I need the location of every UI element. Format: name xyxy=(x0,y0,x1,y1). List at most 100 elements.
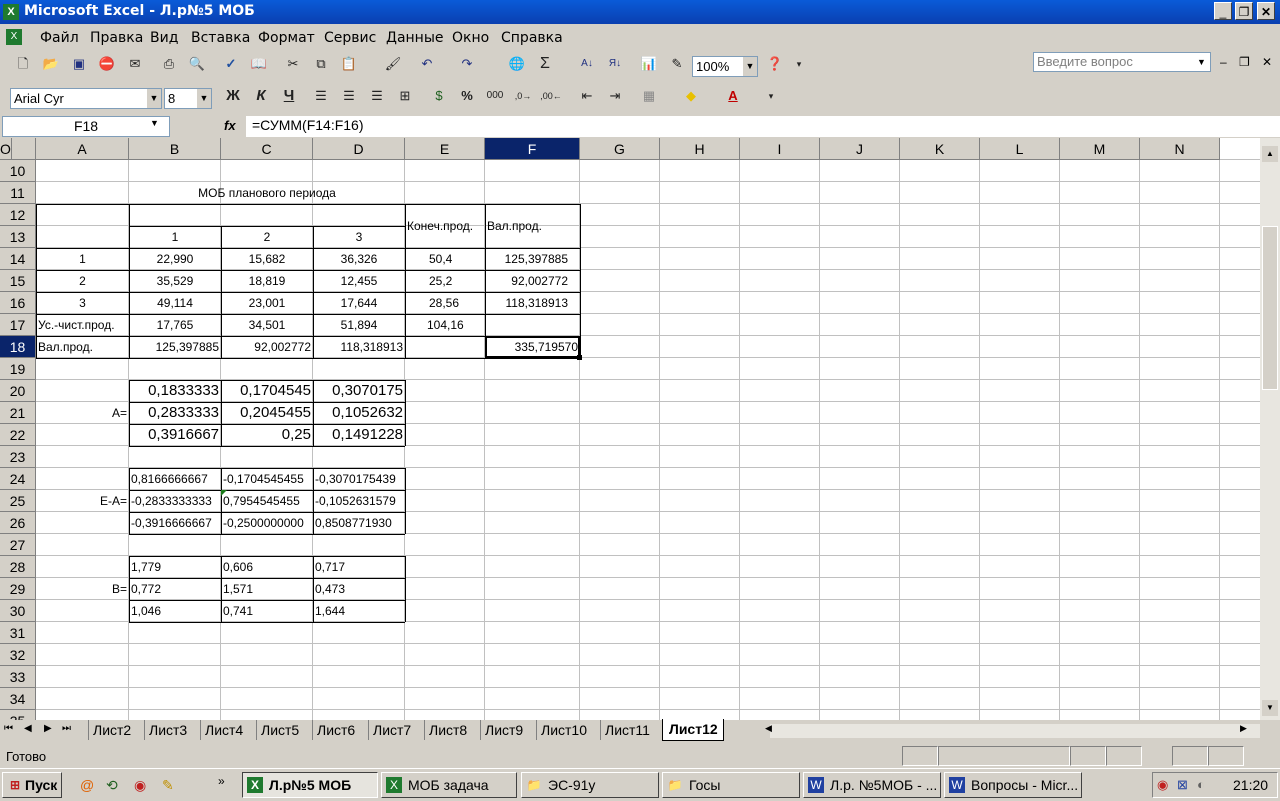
cell[interactable]: 3 xyxy=(38,292,127,314)
menu-edit[interactable]: Правка xyxy=(90,30,143,46)
sheet-tab[interactable]: Лист2 xyxy=(88,720,140,740)
row-header[interactable]: 35 xyxy=(0,710,36,720)
row-header[interactable]: 17 xyxy=(0,314,36,336)
task-word-voprosy[interactable]: W Вопросы - Micr... xyxy=(944,772,1082,798)
font-size-dropdown-icon[interactable]: ▼ xyxy=(197,89,211,108)
row-header[interactable]: 18 xyxy=(0,336,36,358)
sheet-tab[interactable]: Лист5 xyxy=(256,720,308,740)
scroll-down-icon[interactable]: ▼ xyxy=(1262,700,1278,716)
cell[interactable]: 36,326 xyxy=(315,248,403,270)
autosum-icon[interactable]: Σ xyxy=(534,53,556,75)
column-header[interactable]: G xyxy=(580,138,660,160)
cell[interactable]: 12,455 xyxy=(315,270,403,292)
column-header[interactable]: B xyxy=(129,138,221,160)
row-header[interactable]: 11 xyxy=(0,182,36,204)
help-dropdown-icon[interactable]: ▼ xyxy=(1197,53,1209,71)
next-sheet-icon[interactable]: ▶ xyxy=(44,723,52,734)
task-excel-lr5[interactable]: X Л.р№5 МОБ xyxy=(242,772,378,798)
format-painter-icon[interactable]: 🖌 xyxy=(382,53,404,75)
row-header[interactable]: 10 xyxy=(0,160,36,182)
cell[interactable]: 0,1833333 xyxy=(131,380,219,402)
first-sheet-icon[interactable]: ⏮ xyxy=(4,723,13,734)
font-color-icon[interactable]: A xyxy=(722,85,744,107)
task-word-lr5[interactable]: W Л.р. №5МОБ - ... xyxy=(803,772,941,798)
column-header[interactable]: F xyxy=(485,138,580,160)
cell[interactable]: -0,1704545455 xyxy=(223,468,311,490)
underline-icon[interactable]: Ч xyxy=(278,85,300,107)
task-folder-gosy[interactable]: 📁 Госы xyxy=(662,772,800,798)
sheet-tab[interactable]: Лист8 xyxy=(424,720,476,740)
cell[interactable]: 0,8508771930 xyxy=(315,512,403,534)
restore-button[interactable]: ❐ xyxy=(1235,2,1253,20)
cell[interactable]: 25,2 xyxy=(407,270,483,292)
cell[interactable]: 92,002772 xyxy=(487,270,578,292)
row-header[interactable]: 33 xyxy=(0,666,36,688)
cell[interactable]: 0,772 xyxy=(131,578,219,600)
undo-icon[interactable]: ↶ xyxy=(416,53,438,75)
sort-ascending-icon[interactable]: A↓ xyxy=(576,53,598,75)
network-tray-icon[interactable]: ⊠ xyxy=(1177,777,1188,793)
antivirus-quicklaunch-icon[interactable]: ◉ xyxy=(134,777,146,794)
sheet-tab[interactable]: Лист3 xyxy=(144,720,196,740)
paste-icon[interactable]: 📋 xyxy=(338,53,360,75)
sheet-tab[interactable]: Лист10 xyxy=(536,720,596,740)
row-header[interactable]: 20 xyxy=(0,380,36,402)
cell[interactable]: 22,990 xyxy=(131,248,219,270)
email-quicklaunch-icon[interactable]: @ xyxy=(80,777,94,793)
cell[interactable]: 118,318913 xyxy=(315,336,403,358)
cell[interactable]: 118,318913 xyxy=(487,292,578,314)
prev-sheet-icon[interactable]: ◀ xyxy=(24,723,32,734)
column-header[interactable]: M xyxy=(1060,138,1140,160)
cell[interactable]: 18,819 xyxy=(223,270,311,292)
cell[interactable]: 51,894 xyxy=(315,314,403,336)
align-center-icon[interactable]: ☰ xyxy=(338,85,360,107)
cell[interactable]: 0,606 xyxy=(223,556,311,578)
cell[interactable]: E-A= xyxy=(38,490,127,512)
menu-data[interactable]: Данные xyxy=(386,30,444,46)
cell[interactable]: 15,682 xyxy=(223,248,311,270)
row-header[interactable]: 24 xyxy=(0,468,36,490)
column-header[interactable]: E xyxy=(405,138,485,160)
column-header[interactable]: D xyxy=(313,138,405,160)
fx-icon[interactable]: fx xyxy=(224,118,236,133)
row-header[interactable]: 16 xyxy=(0,292,36,314)
help-question-input[interactable]: Введите вопрос xyxy=(1033,52,1211,72)
open-icon[interactable]: 📂 xyxy=(40,53,62,75)
row-header[interactable]: 26 xyxy=(0,512,36,534)
borders-icon[interactable]: ▦ xyxy=(638,85,660,107)
cell[interactable]: 49,114 xyxy=(131,292,219,314)
cell[interactable]: -0,2500000000 xyxy=(223,512,311,534)
zoom-select[interactable]: 100% ▼ xyxy=(692,56,758,77)
fill-color-icon[interactable]: ◆ xyxy=(680,85,702,107)
scroll-right-icon[interactable]: ▶ xyxy=(1240,723,1247,734)
last-sheet-icon[interactable]: ⏭ xyxy=(62,723,71,734)
vertical-scroll-thumb[interactable] xyxy=(1262,226,1278,390)
menu-tools[interactable]: Сервис xyxy=(324,30,376,46)
font-name-select[interactable]: Arial Cyr ▼ xyxy=(10,88,162,109)
minimize-button[interactable]: _ xyxy=(1214,2,1232,20)
workbook-icon[interactable]: X xyxy=(6,29,22,45)
increase-indent-icon[interactable]: ⇥ xyxy=(604,85,626,107)
menu-window[interactable]: Окно xyxy=(452,30,489,46)
row-header[interactable]: 14 xyxy=(0,248,36,270)
percent-icon[interactable]: % xyxy=(456,85,478,107)
row-header[interactable]: 29 xyxy=(0,578,36,600)
excel-icon[interactable]: X xyxy=(3,4,19,20)
cell[interactable]: 1,779 xyxy=(131,556,219,578)
font-name-dropdown-icon[interactable]: ▼ xyxy=(147,89,161,108)
cell[interactable]: 0,1704545 xyxy=(223,380,311,402)
cell[interactable]: 0,2833333 xyxy=(131,402,219,424)
hyperlink-icon[interactable]: 🌐 xyxy=(506,53,528,75)
name-box[interactable]: F18 xyxy=(2,116,170,137)
toolbar-options-icon[interactable]: ▾ xyxy=(788,53,810,75)
cell[interactable]: Ус.-чист.прод. xyxy=(38,314,127,336)
permission-icon[interactable]: ⛔ xyxy=(96,53,118,75)
row-header[interactable]: 31 xyxy=(0,622,36,644)
spelling-icon[interactable]: ✓ xyxy=(220,53,242,75)
vertical-scrollbar[interactable]: ▲ ▼ xyxy=(1260,138,1280,720)
font-size-select[interactable]: 8 ▼ xyxy=(164,88,212,109)
copy-icon[interactable]: ⧉ xyxy=(310,53,332,75)
currency-icon[interactable]: $ xyxy=(428,85,450,107)
doc-close-button[interactable]: ✕ xyxy=(1262,55,1272,69)
column-header[interactable]: O xyxy=(0,138,12,160)
